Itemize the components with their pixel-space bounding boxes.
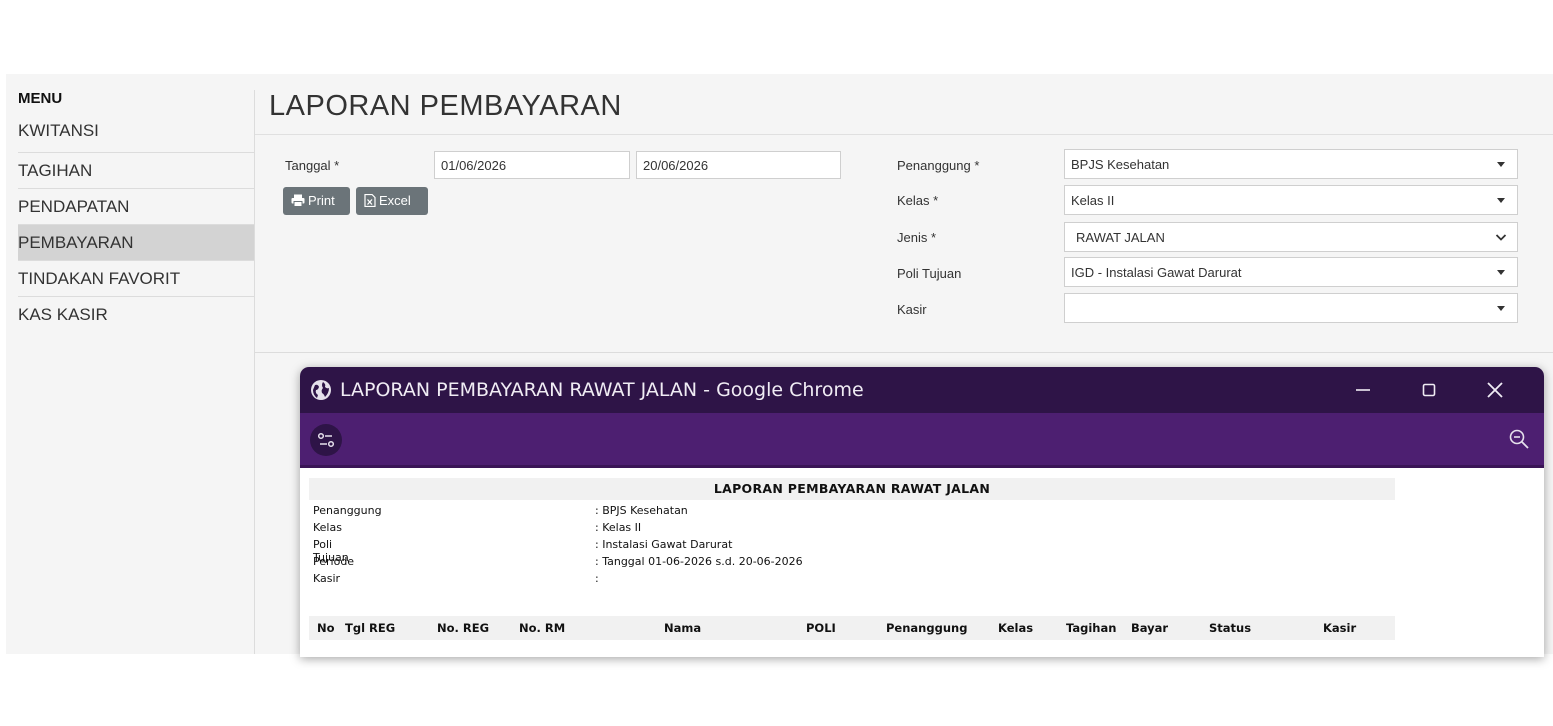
- column-header: Kelas: [998, 621, 1034, 635]
- print-button[interactable]: Print: [283, 187, 350, 215]
- info-key: Penanggung: [313, 504, 382, 517]
- column-header: Nama: [664, 621, 702, 635]
- jenis-label: Jenis *: [897, 230, 937, 245]
- excel-file-icon: [364, 193, 376, 208]
- chrome-popup-window: LAPORAN PEMBAYARAN RAWAT JALAN - Google …: [300, 367, 1544, 657]
- column-header: Kasir: [1323, 621, 1357, 635]
- jenis-value: RAWAT JALAN: [1076, 230, 1165, 245]
- sidebar-item-tindakan-favorit[interactable]: TINDAKAN FAVORIT: [18, 260, 254, 297]
- globe-icon: [311, 380, 331, 400]
- column-header: No: [317, 621, 335, 635]
- minimize-icon: [1356, 389, 1370, 391]
- report-heading: LAPORAN PEMBAYARAN RAWAT JALAN: [309, 478, 1395, 500]
- kasir-label: Kasir: [897, 302, 927, 317]
- poli-tujuan-select[interactable]: IGD - Instalasi Gawat Darurat: [1064, 257, 1518, 287]
- popup-title-bar: LAPORAN PEMBAYARAN RAWAT JALAN - Google …: [300, 367, 1544, 413]
- close-button[interactable]: [1480, 377, 1510, 403]
- caret-down-icon: [1497, 306, 1505, 311]
- penanggung-select[interactable]: BPJS Kesehatan: [1064, 149, 1518, 179]
- column-header: Bayar: [1131, 621, 1169, 635]
- tune-icon: [317, 432, 335, 448]
- date-from-input[interactable]: 01/06/2026: [434, 151, 630, 179]
- sidebar: MENU KWITANSI TAGIHAN PENDAPATAN PEMBAYA…: [18, 90, 255, 654]
- popup-toolbar: [300, 413, 1544, 468]
- title-divider: [255, 134, 1553, 135]
- caret-down-icon: [1497, 162, 1505, 167]
- sidebar-item-pembayaran[interactable]: PEMBAYARAN: [18, 224, 254, 261]
- chevron-down-icon: [1495, 234, 1507, 241]
- poli-tujuan-value: IGD - Instalasi Gawat Darurat: [1071, 265, 1242, 280]
- sidebar-item-kas-kasir[interactable]: KAS KASIR: [18, 296, 254, 333]
- date-to-input[interactable]: 20/06/2026: [636, 151, 841, 179]
- column-header: Tgl REG: [345, 621, 396, 635]
- sidebar-item-pendapatan[interactable]: PENDAPATAN: [18, 188, 254, 225]
- kasir-select[interactable]: [1064, 293, 1518, 323]
- column-header: Status: [1209, 621, 1252, 635]
- poli-tujuan-label: Poli Tujuan: [897, 266, 962, 281]
- column-header: POLI: [806, 621, 836, 635]
- close-icon: [1487, 382, 1503, 398]
- column-header: No. REG: [437, 621, 490, 635]
- sidebar-item-tagihan[interactable]: TAGIHAN: [18, 152, 254, 189]
- column-header: Penanggung: [886, 621, 968, 635]
- jenis-select[interactable]: RAWAT JALAN: [1064, 222, 1518, 252]
- caret-down-icon: [1497, 198, 1505, 203]
- info-key: Kelas: [313, 521, 342, 534]
- maximize-button[interactable]: [1414, 377, 1444, 403]
- info-key: Kasir: [313, 572, 341, 585]
- zoom-out-button[interactable]: [1508, 428, 1530, 455]
- kelas-label: Kelas *: [897, 193, 939, 208]
- report-table-header: No Tgl REG No. REG No. RM Nama POLI Pena…: [309, 616, 1395, 640]
- info-value: : Tanggal 01-06-2026 s.d. 20-06-2026: [595, 555, 803, 568]
- page-title: LAPORAN PEMBAYARAN: [269, 90, 622, 122]
- info-value: : Kelas II: [595, 521, 642, 534]
- sidebar-item-kwitansi[interactable]: KWITANSI: [18, 122, 254, 148]
- popup-window-title: LAPORAN PEMBAYARAN RAWAT JALAN - Google …: [340, 379, 864, 401]
- menu-heading: MENU: [18, 90, 63, 107]
- excel-button[interactable]: Excel: [356, 187, 428, 215]
- page-settings-button[interactable]: [310, 424, 342, 456]
- info-key: Periode: [313, 555, 355, 568]
- column-header: No. RM: [519, 621, 566, 635]
- minimize-button[interactable]: [1348, 377, 1378, 403]
- report-document: LAPORAN PEMBAYARAN RAWAT JALAN Penanggun…: [300, 468, 1544, 657]
- tanggal-label: Tanggal *: [285, 158, 340, 173]
- maximize-icon: [1422, 383, 1436, 397]
- printer-icon: [291, 194, 305, 207]
- section-divider: [255, 352, 1553, 353]
- caret-down-icon: [1497, 270, 1505, 275]
- print-label: Print: [308, 193, 335, 208]
- penanggung-value: BPJS Kesehatan: [1071, 157, 1170, 172]
- info-value: :: [595, 572, 599, 585]
- zoom-out-icon: [1509, 429, 1529, 449]
- column-header: Tagihan: [1066, 621, 1117, 635]
- excel-label: Excel: [379, 193, 411, 208]
- kelas-value: Kelas II: [1071, 193, 1115, 208]
- penanggung-label: Penanggung *: [897, 158, 980, 173]
- info-value: : Instalasi Gawat Darurat: [595, 538, 733, 551]
- kelas-select[interactable]: Kelas II: [1064, 185, 1518, 215]
- info-value: : BPJS Kesehatan: [595, 504, 688, 517]
